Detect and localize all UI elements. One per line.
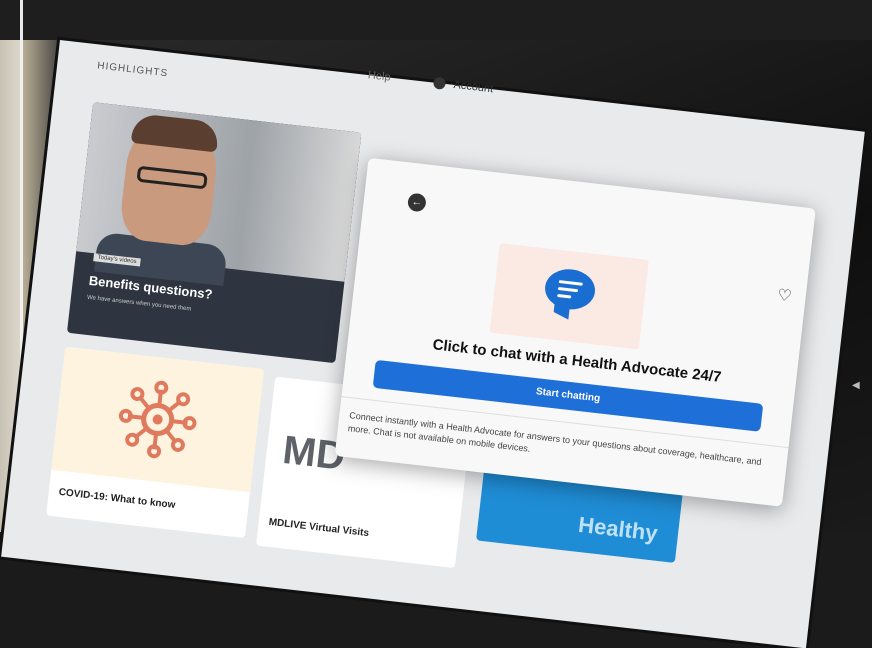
covid-card-label: COVID-19: What to know [58, 486, 176, 512]
right-edge-arrow-icon: ◀ [852, 380, 860, 391]
benefits-card[interactable]: Today's videos Benefits questions? We ha… [66, 102, 362, 364]
back-arrow-icon[interactable]: ← [406, 192, 427, 213]
heart-icon[interactable]: ♡ [776, 285, 793, 306]
account-icon[interactable] [432, 76, 446, 90]
top-bar-divider [20, 0, 23, 40]
covid-illustration [51, 346, 265, 493]
chat-bubble-icon [542, 266, 598, 313]
top-bar [0, 0, 872, 40]
virus-icon [118, 380, 197, 459]
blue-card-text: Healthy [577, 511, 659, 546]
covid-card[interactable]: COVID-19: What to know [46, 346, 265, 539]
chat-illustration [489, 243, 649, 350]
section-title: HIGHLIGHTS [96, 60, 169, 80]
mdlive-card-label: MDLIVE Virtual Visits [268, 516, 370, 540]
header-nav-partial[interactable]: Help [367, 69, 391, 83]
chat-modal: ← ♡ Click to chat with a Health Advocate… [334, 157, 816, 507]
laptop-screen: Help Account HIGHLIGHTS Today's videos B… [1, 40, 865, 648]
